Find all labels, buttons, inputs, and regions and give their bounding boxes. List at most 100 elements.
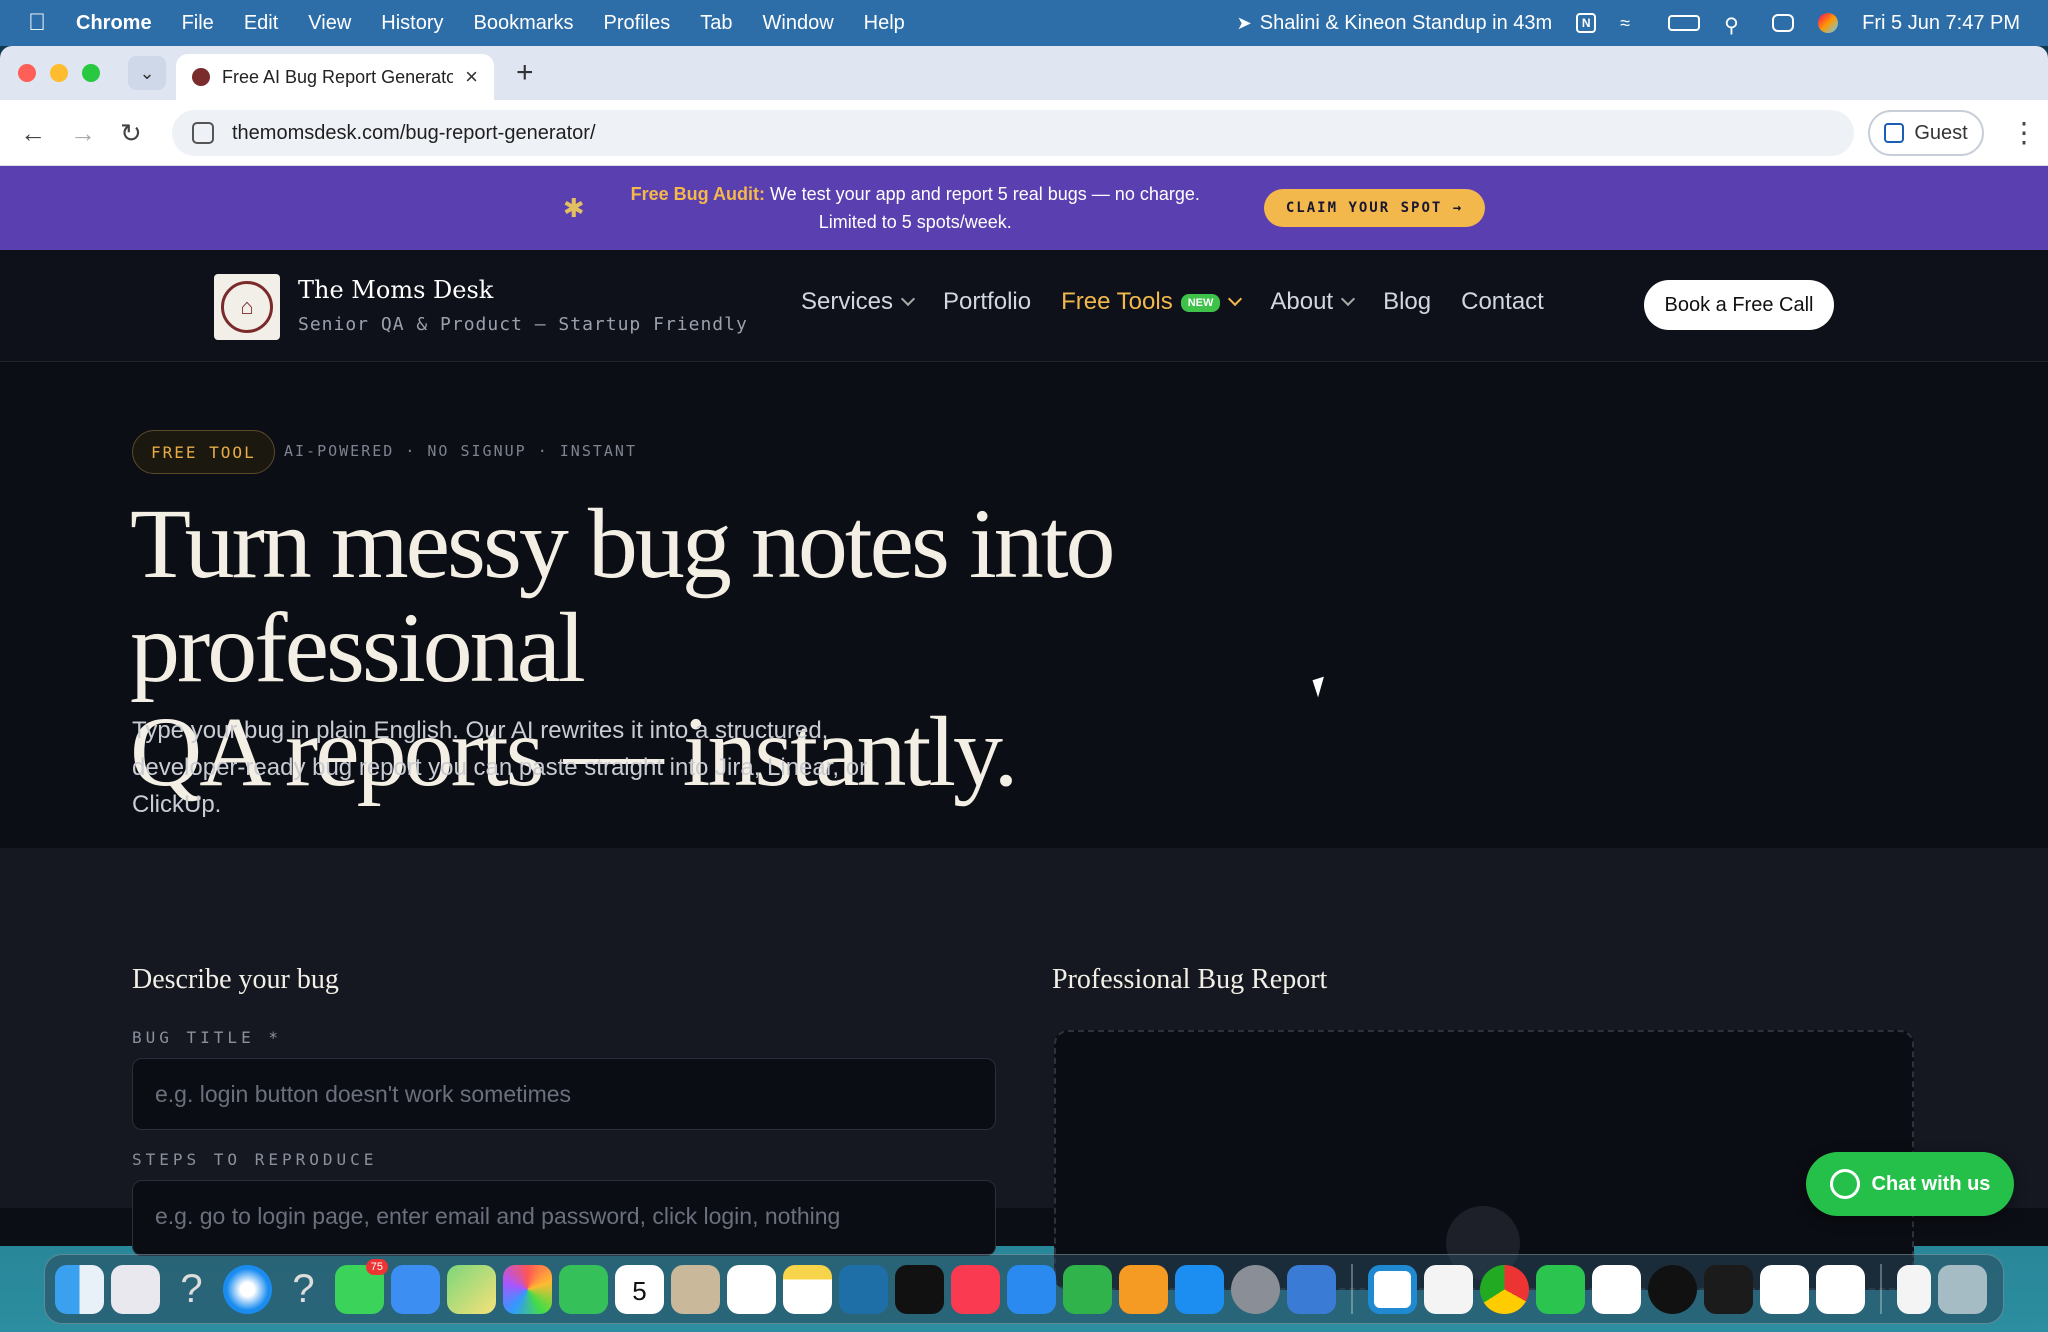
notion-menubar-icon[interactable]: N — [1576, 13, 1597, 33]
url-text: themomsdesk.com/bug-report-generator/ — [232, 121, 596, 144]
reload-button[interactable]: ↻ — [120, 118, 142, 149]
active-tab[interactable]: Free AI Bug Report Generator × — [176, 54, 494, 100]
app-store-icon[interactable] — [1175, 1264, 1224, 1314]
book-call-button[interactable]: Book a Free Call — [1644, 280, 1834, 330]
bug-title-input[interactable]: e.g. login button doesn't work sometimes — [132, 1058, 996, 1130]
app-menu[interactable]: Chrome — [76, 12, 152, 35]
claim-spot-button[interactable]: CLAIM YOUR SPOT → — [1263, 189, 1486, 227]
freeform-icon[interactable] — [839, 1264, 888, 1314]
facetime-icon[interactable] — [559, 1264, 608, 1314]
bug-title-label: BUG TITLE * — [132, 1028, 282, 1047]
nav-about-label: About — [1270, 288, 1334, 315]
tab-search-dropdown[interactable]: ⌄ — [128, 56, 166, 90]
calendar-icon[interactable]: 5 — [615, 1264, 664, 1314]
menu-profiles[interactable]: Profiles — [604, 12, 671, 35]
vscode-icon[interactable] — [1368, 1264, 1417, 1314]
new-badge: NEW — [1180, 294, 1221, 312]
menu-view[interactable]: View — [308, 12, 351, 35]
tv-icon[interactable] — [895, 1264, 944, 1314]
menu-tab[interactable]: Tab — [700, 12, 732, 35]
hero-subtitle: Type your bug in plain English. Our AI r… — [132, 717, 868, 818]
keynote-icon[interactable] — [1007, 1264, 1056, 1314]
siri-icon[interactable] — [1818, 13, 1839, 33]
document-icon[interactable] — [1897, 1264, 1931, 1314]
nav-contact[interactable]: Contact — [1461, 288, 1544, 316]
music-icon[interactable] — [951, 1264, 1000, 1314]
menu-history[interactable]: History — [381, 12, 443, 35]
nav-about[interactable]: About — [1270, 288, 1356, 316]
brand[interactable]: The Moms Desk Senior QA & Product — Star… — [298, 276, 748, 335]
meeting-status[interactable]: ➤ Shalini & Kineon Standup in 43m — [1237, 12, 1553, 35]
close-window-button[interactable] — [18, 64, 36, 82]
trash-icon[interactable] — [1938, 1264, 1987, 1314]
chat-label: Chat with us — [1871, 1172, 1991, 1195]
menu-window[interactable]: Window — [763, 12, 834, 35]
photos-icon[interactable] — [503, 1264, 552, 1314]
whatsapp-chat-button[interactable]: Chat with us — [1806, 1152, 2014, 1216]
numbers-icon[interactable] — [1063, 1264, 1112, 1314]
steps-input[interactable]: e.g. go to login page, enter email and p… — [132, 1180, 996, 1256]
reminders-icon[interactable] — [727, 1264, 776, 1314]
minimize-window-button[interactable] — [50, 64, 68, 82]
new-tab-button[interactable]: + — [516, 56, 534, 90]
back-button[interactable]: ← — [20, 118, 46, 149]
terminal-icon[interactable] — [1704, 1264, 1753, 1314]
menu-bookmarks[interactable]: Bookmarks — [474, 12, 574, 35]
site-favicon-icon — [192, 68, 210, 86]
safari-icon[interactable] — [223, 1264, 272, 1314]
notes-icon[interactable] — [783, 1264, 832, 1314]
pages-icon[interactable] — [1119, 1264, 1168, 1314]
promo-text: Free Bug Audit: We test your app and rep… — [631, 180, 1200, 236]
apple-menu-icon[interactable]:  — [28, 9, 46, 37]
launchpad-icon[interactable] — [111, 1264, 160, 1314]
nav-services[interactable]: Services — [801, 288, 916, 316]
unknown-app-icon[interactable]: ? — [167, 1265, 216, 1314]
promo-banner: ✱ Free Bug Audit: We test your app and r… — [0, 166, 2048, 250]
control-center-icon[interactable] — [1772, 14, 1795, 32]
more-menu-icon[interactable]: ⋮ — [2010, 116, 2038, 149]
whatsapp-icon[interactable] — [1536, 1264, 1585, 1314]
maximize-window-button[interactable] — [82, 64, 100, 82]
upwork-icon[interactable] — [1648, 1264, 1697, 1314]
close-tab-icon[interactable]: × — [465, 64, 478, 90]
menu-help[interactable]: Help — [864, 12, 905, 35]
chrome-icon[interactable] — [1480, 1264, 1529, 1314]
notion-icon[interactable] — [1760, 1264, 1809, 1314]
describe-bug-title: Describe your bug — [132, 964, 339, 995]
mail-icon[interactable] — [391, 1264, 440, 1314]
nav-blog[interactable]: Blog — [1383, 288, 1431, 316]
menubar-clock[interactable]: Fri 5 Jun 7:47 PM — [1862, 12, 2020, 35]
iphone-mirroring-icon[interactable] — [1287, 1264, 1336, 1314]
dock-separator — [1880, 1264, 1882, 1314]
arc-icon[interactable] — [1816, 1264, 1865, 1314]
report-title: Professional Bug Report — [1052, 964, 1328, 995]
menu-file[interactable]: File — [182, 12, 214, 35]
textedit-icon[interactable] — [1424, 1264, 1473, 1314]
nav-free-tools[interactable]: Free Tools NEW — [1061, 288, 1243, 316]
maps-icon[interactable] — [447, 1264, 496, 1314]
contacts-icon[interactable] — [671, 1264, 720, 1314]
spotlight-search-icon[interactable]: ⚲ — [1724, 13, 1748, 37]
wifi-icon[interactable]: ≈ — [1620, 13, 1644, 33]
address-bar[interactable]: themomsdesk.com/bug-report-generator/ — [172, 110, 1854, 156]
menu-edit[interactable]: Edit — [244, 12, 278, 35]
battery-icon[interactable] — [1668, 15, 1701, 31]
finder-icon[interactable] — [55, 1264, 104, 1314]
profile-label: Guest — [1914, 121, 1968, 144]
messages-badge: 75 — [365, 1258, 388, 1275]
profile-button[interactable]: Guest — [1868, 110, 1984, 156]
chevron-down-icon — [1228, 291, 1243, 307]
tab-title: Free AI Bug Report Generator — [222, 66, 454, 87]
site-logo[interactable]: ⌂ — [214, 274, 280, 340]
site-info-icon[interactable] — [192, 122, 214, 144]
nav-services-label: Services — [801, 288, 894, 315]
unknown-app-icon[interactable]: ? — [279, 1265, 328, 1314]
nav-portfolio[interactable]: Portfolio — [943, 288, 1031, 316]
system-settings-icon[interactable] — [1231, 1264, 1280, 1314]
whatsapp-icon — [1829, 1169, 1860, 1199]
slack-icon[interactable] — [1592, 1264, 1641, 1314]
forward-button[interactable]: → — [70, 118, 96, 149]
hero-section: FREE TOOL AI-POWERED · NO SIGNUP · INSTA… — [0, 362, 2048, 894]
messages-icon[interactable]: 75 — [335, 1258, 388, 1314]
dock-separator — [1351, 1264, 1353, 1314]
